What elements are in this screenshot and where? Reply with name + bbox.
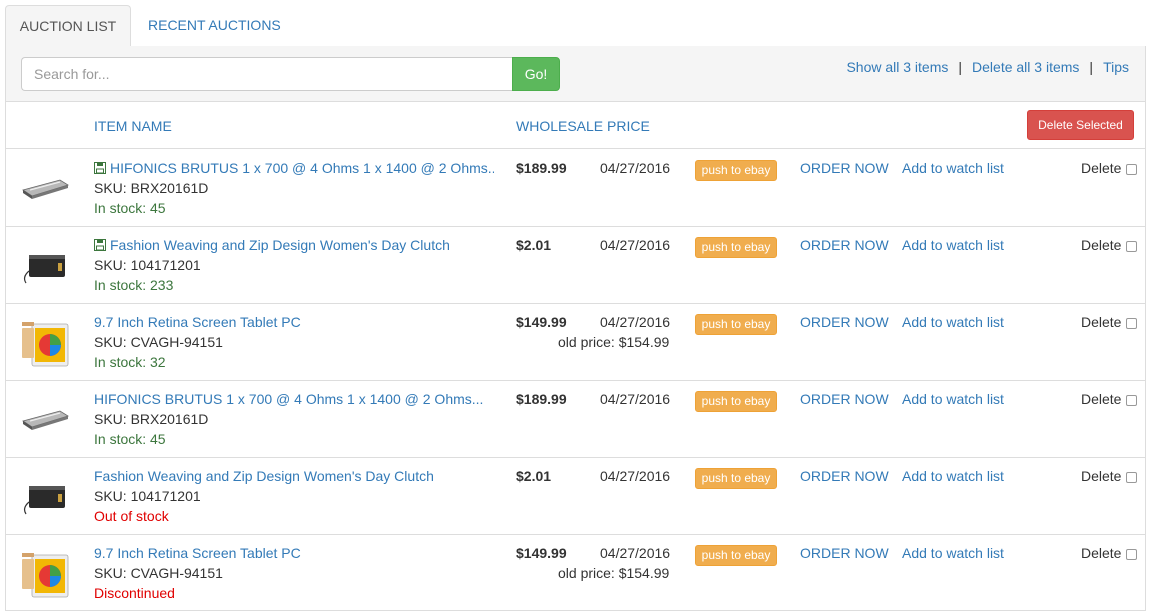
delete-checkbox[interactable] — [1126, 318, 1137, 329]
auction-date: 04/27/2016 — [600, 468, 671, 484]
order-now-link[interactable]: ORDER NOW — [800, 545, 889, 561]
item-name-text[interactable]: HIFONICS BRUTUS 1 x 700 @ 4 Ohms 1 x 140… — [94, 391, 483, 407]
tab-recent-auctions[interactable]: RECENT AUCTIONS — [133, 5, 296, 47]
wholesale-price: $2.01 — [516, 468, 552, 484]
add-to-watch-list-link[interactable]: Add to watch list — [902, 545, 1004, 561]
table-row: Fashion Weaving and Zip Design Women's D… — [6, 458, 1145, 535]
link-separator: | — [958, 59, 963, 75]
wholesale-price: $149.99 — [516, 545, 567, 561]
product-thumbnail[interactable] — [20, 549, 70, 599]
stock-status: Discontinued — [94, 585, 175, 601]
table-header: ITEM NAME WHOLESALE PRICE Delete Selecte… — [6, 102, 1145, 149]
delete-label: Delete — [1081, 545, 1122, 561]
go-button[interactable]: Go! — [512, 57, 560, 91]
item-name-link[interactable]: 9.7 Inch Retina Screen Tablet PC — [94, 545, 494, 561]
add-to-watch-list-link[interactable]: Add to watch list — [902, 237, 1004, 253]
tips-link[interactable]: Tips — [1103, 59, 1129, 75]
item-sku: SKU: 104171201 — [94, 257, 201, 273]
item-name-link[interactable]: 9.7 Inch Retina Screen Tablet PC — [94, 314, 494, 330]
auction-date: 04/27/2016 — [600, 237, 671, 253]
add-to-watch-list-link[interactable]: Add to watch list — [902, 314, 1004, 330]
wholesale-price: $189.99 — [516, 160, 567, 176]
stock-status: In stock: 45 — [94, 200, 166, 216]
item-name-text[interactable]: Fashion Weaving and Zip Design Women's D… — [110, 237, 450, 253]
order-now-link[interactable]: ORDER NOW — [800, 160, 889, 176]
stock-status: Out of stock — [94, 508, 169, 524]
toolbar: Go! Show all 3 items | Delete all 3 items |… — [6, 46, 1145, 102]
link-separator: | — [1089, 59, 1094, 75]
old-price: old price: $154.99 — [558, 334, 670, 350]
push-to-ebay-button[interactable]: push to ebay — [695, 314, 777, 335]
table-row: HIFONICS BRUTUS 1 x 700 @ 4 Ohms 1 x 140… — [6, 381, 1145, 458]
delete-checkbox[interactable] — [1126, 164, 1137, 175]
auction-date: 04/27/2016 — [600, 314, 671, 330]
push-to-ebay-button[interactable]: push to ebay — [695, 391, 777, 412]
auction-date: 04/27/2016 — [600, 545, 671, 561]
delete-checkbox[interactable] — [1126, 472, 1137, 483]
wholesale-price: $2.01 — [516, 237, 552, 253]
stock-status: In stock: 45 — [94, 431, 166, 447]
wholesale-price: $149.99 — [516, 314, 567, 330]
table-row: HIFONICS BRUTUS 1 x 700 @ 4 Ohms 1 x 140… — [6, 150, 1145, 227]
order-now-link[interactable]: ORDER NOW — [800, 391, 889, 407]
product-thumbnail[interactable] — [20, 164, 70, 214]
delete-label: Delete — [1081, 314, 1122, 330]
delete-all-link[interactable]: Delete all 3 items — [972, 59, 1079, 75]
wholesale-price-header[interactable]: WHOLESALE PRICE — [516, 118, 650, 134]
product-thumbnail[interactable] — [20, 472, 70, 522]
wholesale-price: $189.99 — [516, 391, 567, 407]
delete-checkbox[interactable] — [1126, 395, 1137, 406]
auction-panel: Go! Show all 3 items | Delete all 3 items |… — [5, 46, 1146, 611]
item-name-link[interactable]: Fashion Weaving and Zip Design Women's D… — [94, 468, 494, 484]
item-sku: SKU: CVAGH-94151 — [94, 565, 223, 581]
auction-date: 04/27/2016 — [600, 160, 671, 176]
item-sku: SKU: 104171201 — [94, 488, 201, 504]
item-name-link[interactable]: HIFONICS BRUTUS 1 x 700 @ 4 Ohms 1 x 140… — [94, 391, 494, 407]
item-name-text[interactable]: 9.7 Inch Retina Screen Tablet PC — [94, 314, 301, 330]
push-to-ebay-button[interactable]: push to ebay — [695, 545, 777, 566]
delete-label: Delete — [1081, 391, 1122, 407]
toolbar-links: Show all 3 items | Delete all 3 items | Tips — [846, 59, 1129, 75]
table-row: Fashion Weaving and Zip Design Women's D… — [6, 227, 1145, 304]
auction-date: 04/27/2016 — [600, 391, 671, 407]
product-thumbnail[interactable] — [20, 318, 70, 368]
product-thumbnail[interactable] — [20, 395, 70, 445]
tab-bar: AUCTION LIST RECENT AUCTIONS — [5, 5, 1146, 48]
delete-label: Delete — [1081, 237, 1122, 253]
item-name-text[interactable]: Fashion Weaving and Zip Design Women's D… — [94, 468, 434, 484]
tab-auction-list[interactable]: AUCTION LIST — [5, 5, 131, 48]
item-sku: SKU: CVAGH-94151 — [94, 334, 223, 350]
show-all-link[interactable]: Show all 3 items — [846, 59, 948, 75]
order-now-link[interactable]: ORDER NOW — [800, 468, 889, 484]
add-to-watch-list-link[interactable]: Add to watch list — [902, 468, 1004, 484]
old-price: old price: $154.99 — [558, 565, 670, 581]
push-to-ebay-button[interactable]: push to ebay — [695, 160, 777, 181]
delete-selected-button[interactable]: Delete Selected — [1027, 110, 1134, 140]
item-name-link[interactable]: HIFONICS BRUTUS 1 x 700 @ 4 Ohms 1 x 140… — [94, 160, 494, 176]
table-row: 9.7 Inch Retina Screen Tablet PC SKU: CVA… — [6, 535, 1145, 612]
floppy-disk-icon — [94, 239, 106, 251]
item-sku: SKU: BRX20161D — [94, 180, 209, 196]
delete-checkbox[interactable] — [1126, 549, 1137, 560]
item-name-header[interactable]: ITEM NAME — [94, 118, 172, 134]
product-thumbnail[interactable] — [20, 241, 70, 291]
add-to-watch-list-link[interactable]: Add to watch list — [902, 391, 1004, 407]
order-now-link[interactable]: ORDER NOW — [800, 314, 889, 330]
stock-status: In stock: 233 — [94, 277, 174, 293]
table-row: 9.7 Inch Retina Screen Tablet PC SKU: CVA… — [6, 304, 1145, 381]
search-input[interactable] — [21, 57, 513, 91]
push-to-ebay-button[interactable]: push to ebay — [695, 237, 777, 258]
delete-label: Delete — [1081, 468, 1122, 484]
floppy-disk-icon — [94, 162, 106, 174]
order-now-link[interactable]: ORDER NOW — [800, 237, 889, 253]
item-name-text[interactable]: HIFONICS BRUTUS 1 x 700 @ 4 Ohms 1 x 140… — [110, 160, 494, 176]
item-name-link[interactable]: Fashion Weaving and Zip Design Women's D… — [94, 237, 494, 253]
item-name-text[interactable]: 9.7 Inch Retina Screen Tablet PC — [94, 545, 301, 561]
delete-checkbox[interactable] — [1126, 241, 1137, 252]
add-to-watch-list-link[interactable]: Add to watch list — [902, 160, 1004, 176]
push-to-ebay-button[interactable]: push to ebay — [695, 468, 777, 489]
delete-label: Delete — [1081, 160, 1122, 176]
item-sku: SKU: BRX20161D — [94, 411, 209, 427]
stock-status: In stock: 32 — [94, 354, 166, 370]
